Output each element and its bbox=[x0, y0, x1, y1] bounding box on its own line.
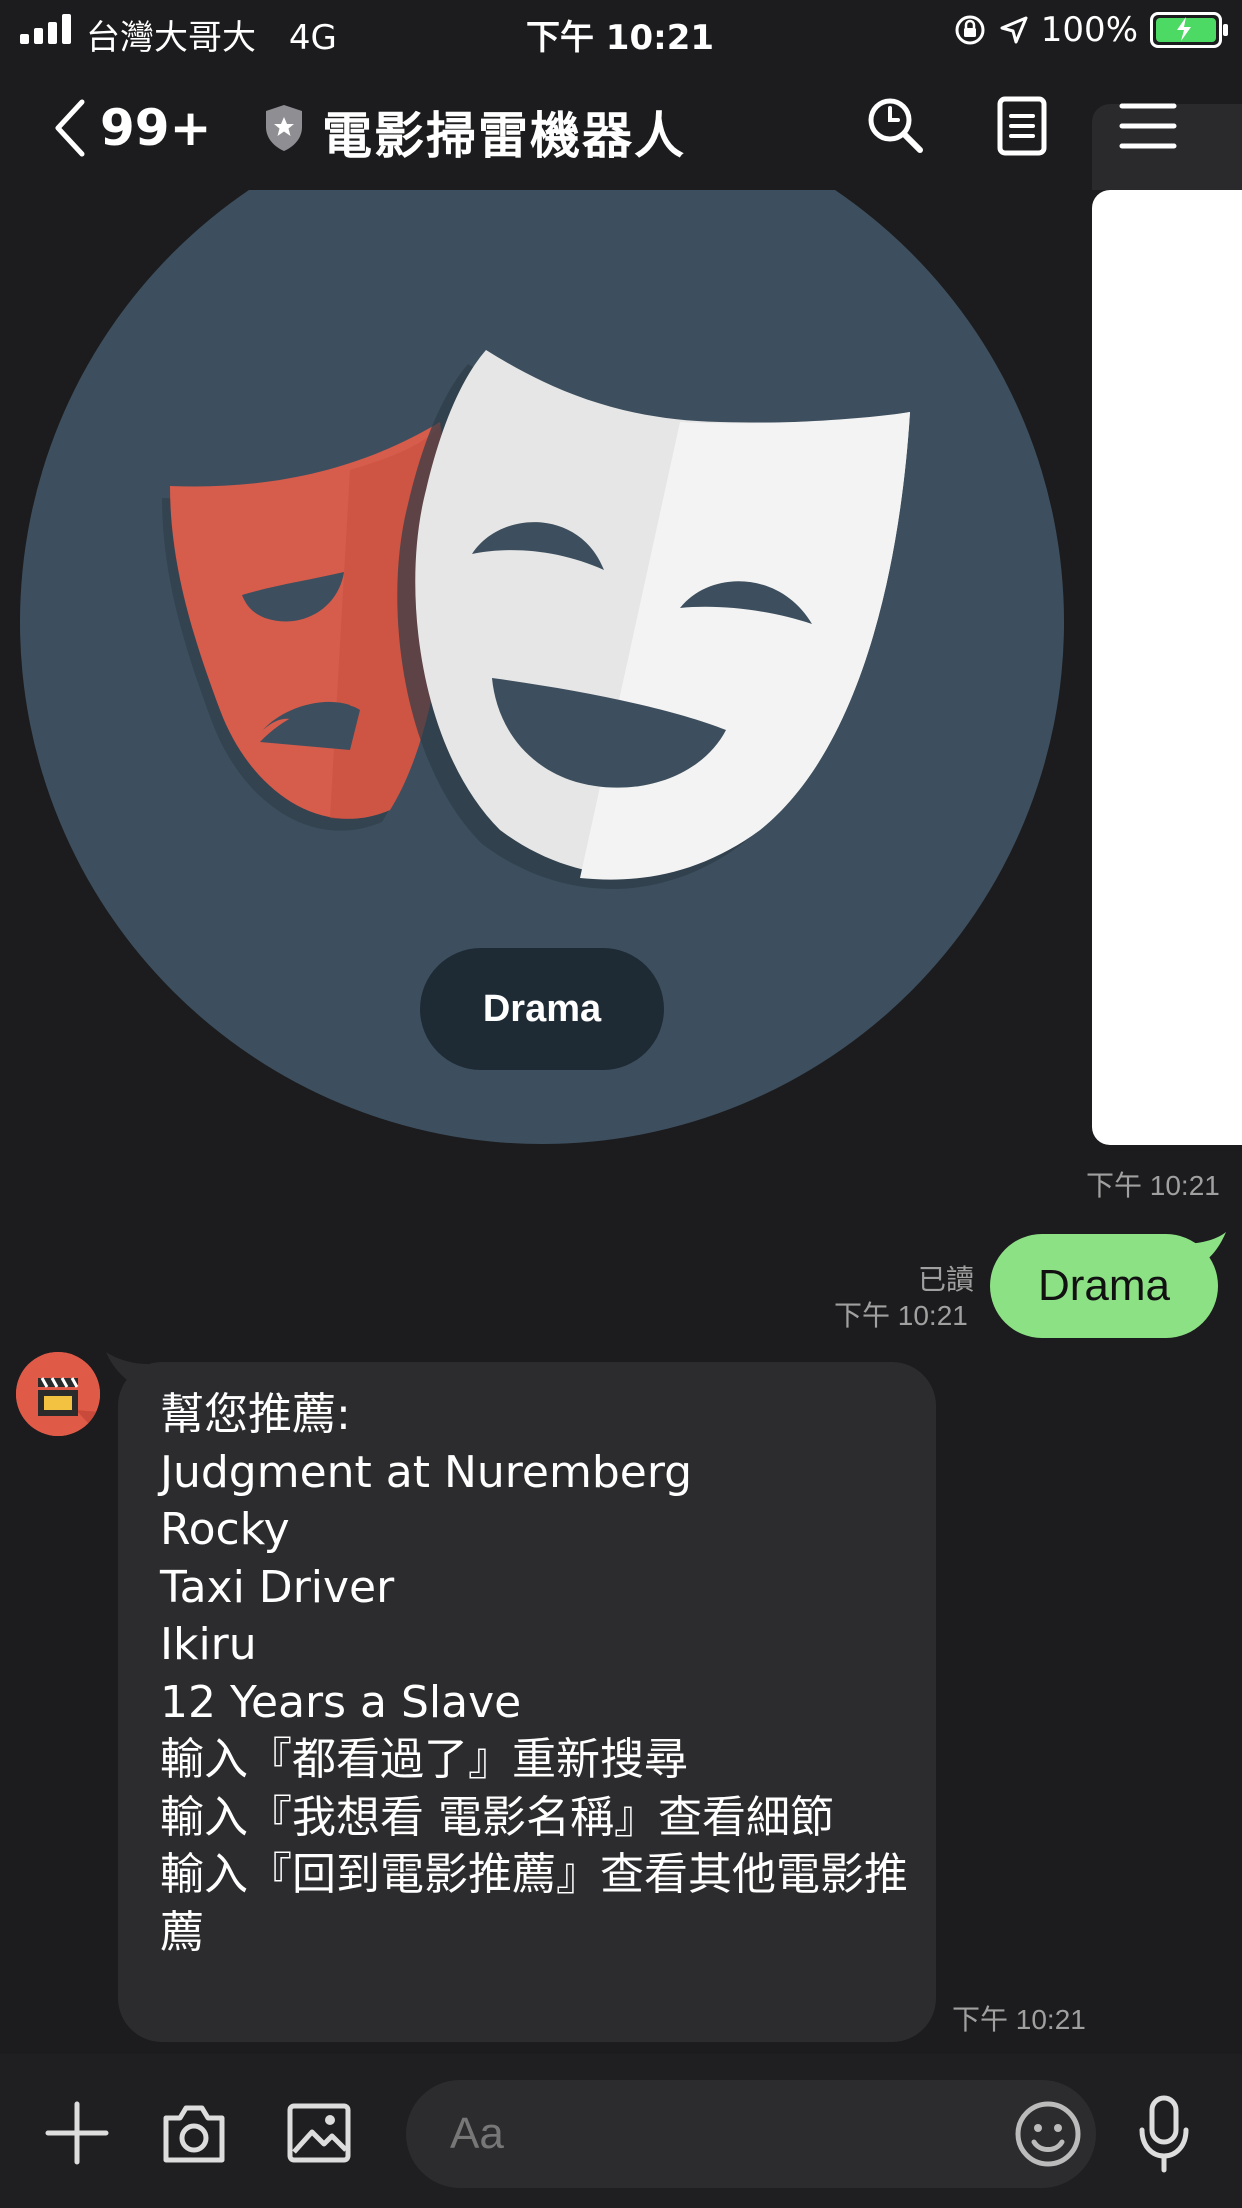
unread-count: 99+ bbox=[100, 99, 212, 157]
camera-button[interactable] bbox=[160, 2100, 228, 2166]
back-button[interactable]: 99+ bbox=[50, 98, 211, 158]
chat-title: 電影掃雷機器人 bbox=[322, 107, 686, 165]
carrier-name: 台灣大哥大 bbox=[86, 18, 256, 58]
microphone-button[interactable] bbox=[1136, 2094, 1192, 2174]
battery-icon bbox=[1150, 12, 1228, 48]
sent-timestamp: 下午 10:21 bbox=[834, 1300, 968, 1331]
received-message-text: 幫您推薦: Judgment at Nuremberg Rocky Taxi D… bbox=[160, 1389, 908, 1958]
read-receipt: 已讀 bbox=[917, 1264, 974, 1295]
drama-genre-button[interactable]: Drama bbox=[420, 948, 664, 1070]
sent-message-bubble[interactable]: Drama bbox=[990, 1234, 1218, 1338]
status-right: 100% bbox=[953, 10, 1228, 50]
location-icon bbox=[1000, 16, 1028, 44]
next-genre-card[interactable] bbox=[1092, 190, 1242, 1145]
message-input[interactable] bbox=[406, 2080, 1096, 2188]
official-shield-icon bbox=[266, 105, 302, 151]
search-button[interactable] bbox=[864, 94, 928, 158]
menu-button[interactable] bbox=[1116, 94, 1180, 158]
plus-button[interactable] bbox=[44, 2100, 110, 2166]
chevron-left-icon bbox=[55, 99, 85, 157]
bot-avatar[interactable] bbox=[16, 1352, 100, 1436]
card-timestamp: 下午 10:21 bbox=[1086, 1170, 1220, 1201]
genre-card[interactable]: Drama bbox=[20, 190, 1064, 1146]
clapperboard-icon bbox=[16, 1352, 100, 1436]
emoji-button[interactable] bbox=[1012, 2098, 1084, 2170]
status-time: 下午 10:21 bbox=[525, 18, 715, 58]
received-timestamp: 下午 10:21 bbox=[952, 2004, 1086, 2035]
orientation-lock-icon bbox=[955, 15, 985, 45]
status-bar: 台灣大哥大 4G 下午 10:21 100% bbox=[0, 0, 1242, 62]
notes-button[interactable] bbox=[990, 94, 1054, 158]
network-type: 4G bbox=[288, 18, 337, 58]
photo-button[interactable] bbox=[286, 2100, 352, 2166]
carrier-label: 台灣大哥大 4G bbox=[86, 10, 337, 59]
signal-icon bbox=[20, 14, 76, 44]
battery-percent: 100% bbox=[1040, 10, 1138, 50]
